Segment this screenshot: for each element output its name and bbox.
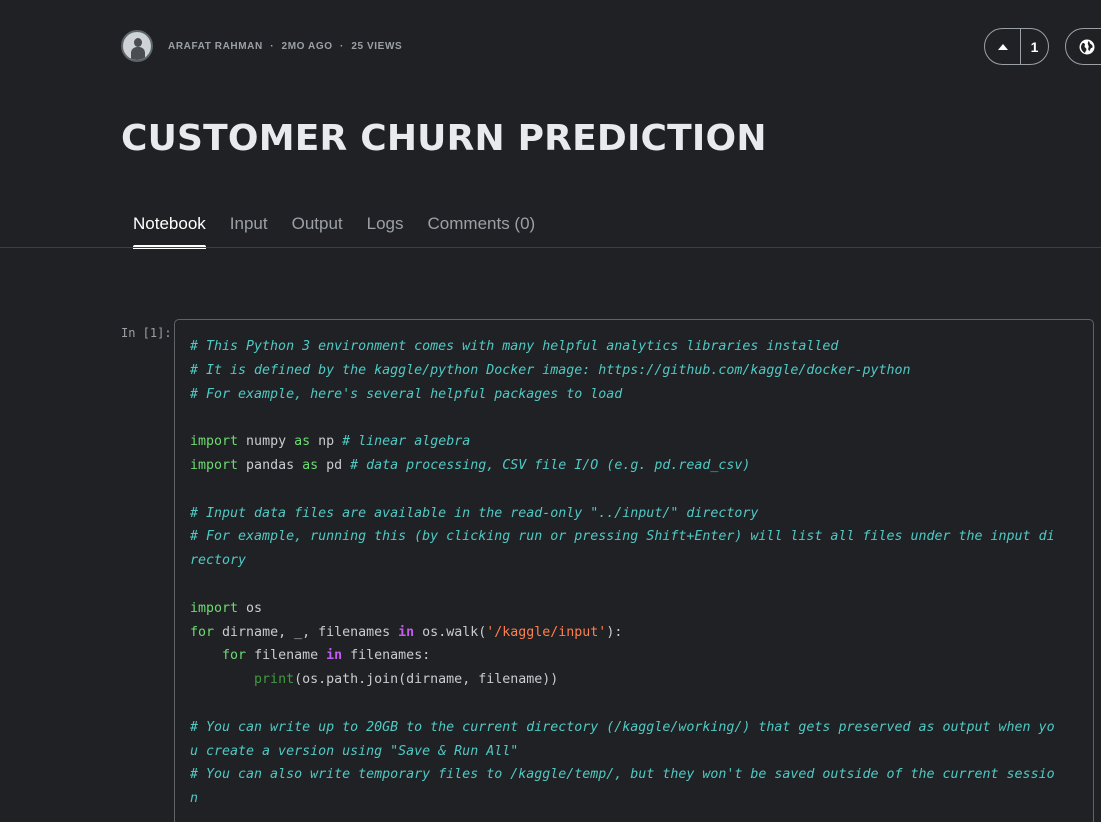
code-line: for dirname, _, filenames in os.walk('/k… — [190, 621, 1078, 645]
byline-separator: · — [270, 40, 275, 52]
code-token: in — [326, 648, 343, 664]
code-token: np — [310, 434, 343, 450]
tab-input[interactable]: Input — [218, 204, 280, 248]
code-token: # You can also write temporary files to … — [190, 767, 1055, 783]
avatar-head — [134, 38, 142, 47]
code-line: # You can also write temporary files to … — [190, 763, 1078, 787]
avatar-body — [131, 47, 145, 60]
code-line: # It is defined by the kaggle/python Doc… — [190, 359, 1078, 383]
code-token: u create a version using "Save & Run All… — [190, 743, 519, 759]
code-token: as — [302, 457, 319, 473]
upvote-arrow-icon — [997, 43, 1008, 50]
code-token: filename — [246, 648, 327, 664]
code-token: '/kaggle/input' — [486, 624, 607, 640]
code-block: # This Python 3 environment comes with m… — [190, 335, 1078, 811]
code-line: # For example, here's several helpful pa… — [190, 383, 1078, 407]
code-token: filenames: — [342, 648, 431, 664]
notebook-header: ARAFAT RAHMAN · 2MO AGO · 25 VIEWS — [121, 30, 402, 62]
code-token: # You can write up to 20GB to the curren… — [190, 719, 1055, 735]
code-line: # Input data files are available in the … — [190, 502, 1078, 526]
code-token: rectory — [190, 553, 247, 569]
code-token: pd — [318, 457, 351, 473]
code-token: import — [190, 434, 239, 450]
code-line: u create a version using "Save & Run All… — [190, 740, 1078, 764]
code-token: as — [294, 434, 311, 450]
byline-separator: · — [340, 40, 344, 52]
byline: ARAFAT RAHMAN · 2MO AGO · 25 VIEWS — [168, 41, 402, 52]
code-token: (os.path.join(dirname, filename)) — [294, 672, 559, 688]
tabs-divider — [0, 247, 1101, 248]
code-token: # For example, running this (by clicking… — [190, 529, 1055, 545]
tab-logs[interactable]: Logs — [355, 204, 416, 248]
code-token: n — [190, 791, 199, 807]
code-line: print(os.path.join(dirname, filename)) — [190, 668, 1078, 692]
code-token: # For example, here's several helpful pa… — [190, 386, 623, 402]
code-line: import os — [190, 597, 1078, 621]
code-token: # data processing, CSV file I/O (e.g. pd… — [350, 457, 751, 473]
tab-comments[interactable]: Comments (0) — [416, 204, 548, 248]
code-token: os.walk( — [414, 624, 487, 640]
code-line: # This Python 3 environment comes with m… — [190, 335, 1078, 359]
code-line: rectory — [190, 549, 1078, 573]
code-line: # You can write up to 20GB to the curren… — [190, 716, 1078, 740]
code-token: dirname, _, filenames — [214, 624, 399, 640]
code-token: ): — [606, 624, 623, 640]
code-token: pandas — [238, 457, 303, 473]
tab-output[interactable]: Output — [280, 204, 355, 248]
code-line: for filename in filenames: — [190, 644, 1078, 668]
view-count: 25 VIEWS — [351, 40, 403, 52]
upvote-control: 1 — [984, 28, 1049, 65]
code-token: print — [254, 672, 295, 688]
author-avatar[interactable] — [121, 30, 153, 62]
code-line: import numpy as np # linear algebra — [190, 430, 1078, 454]
code-line: import pandas as pd # data processing, C… — [190, 454, 1078, 478]
author-name[interactable]: ARAFAT RAHMAN — [168, 41, 263, 52]
globe-icon — [1079, 39, 1095, 54]
code-token: in — [398, 624, 415, 640]
code-token: for — [190, 624, 215, 640]
code-cell[interactable]: # This Python 3 environment comes with m… — [174, 319, 1094, 822]
visibility-button[interactable] — [1065, 28, 1101, 65]
post-age: 2MO AGO — [281, 40, 333, 52]
upvote-button[interactable] — [985, 29, 1021, 64]
code-token: # linear algebra — [342, 434, 471, 450]
code-token: # Input data files are available in the … — [190, 505, 759, 521]
code-token: numpy — [238, 434, 295, 450]
tab-notebook[interactable]: Notebook — [121, 204, 218, 249]
code-token: os — [238, 600, 263, 616]
vote-count: 1 — [1030, 38, 1039, 55]
cell-prompt: In [1]: — [121, 326, 172, 340]
notebook-tabs: Notebook Input Output Logs Comments (0) — [121, 204, 548, 249]
code-token: # This Python 3 environment comes with m… — [190, 339, 839, 354]
page-title: CUSTOMER CHURN PREDICTION — [121, 118, 767, 159]
code-token: for — [222, 648, 247, 664]
code-token: # It is defined by the kaggle/python Doc… — [190, 362, 911, 378]
code-token: import — [190, 457, 239, 473]
code-token: import — [190, 600, 239, 616]
code-line: # For example, running this (by clicking… — [190, 525, 1078, 549]
code-line: n — [190, 787, 1078, 811]
